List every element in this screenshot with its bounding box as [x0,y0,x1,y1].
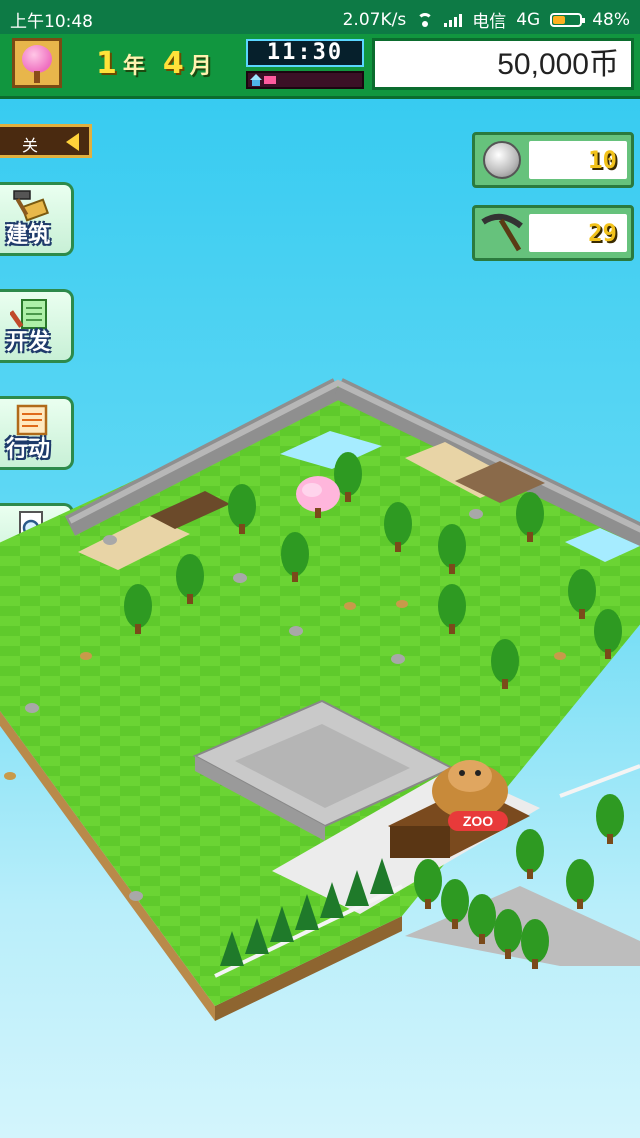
gray-lot [405,886,640,966]
white-fence [559,764,640,798]
wifi-icon [416,12,434,27]
year-unit: 年 [122,54,145,79]
game-clock: 11:30 [246,39,364,67]
signal-icon [444,13,463,27]
status-time: 上午10:48 [10,12,93,32]
battery-percent: 48% [592,9,630,30]
house-icon [250,74,262,86]
game-header: 1 年 4 月 11:30 50,000币 [0,34,640,99]
battery-icon [550,12,586,27]
status-right: 2.07K/s 电信 4G 48% [342,7,630,33]
network-type: 4G [516,9,541,30]
cherry-tree-icon[interactable] [12,38,62,88]
year-value: 1 [96,46,117,81]
tree [516,829,544,879]
day-progress-bar [246,71,364,89]
status-bar: 上午10:48 2.07K/s 电信 4G 48% [0,0,640,34]
month-unit: 月 [189,54,212,79]
money-display: 50,000币 [372,38,634,90]
net-speed: 2.07K/s [342,9,407,30]
calendar-date: 1 年 4 月 [96,46,224,81]
carrier: 电信 [472,12,507,32]
tree [414,859,442,909]
battery-fill [553,15,566,24]
month-value: 4 [162,46,184,81]
day-progress-fill [264,76,276,84]
tree [566,859,594,909]
park-map[interactable]: ZOO [0,96,640,1138]
zoo-sign-text: ZOO [463,813,493,829]
tree [596,794,624,844]
